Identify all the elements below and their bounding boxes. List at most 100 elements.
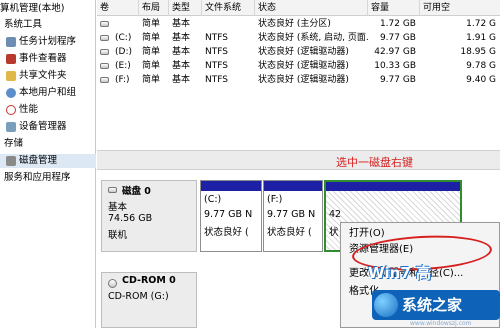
column-header-capacity[interactable]: 容量 [368, 0, 420, 16]
tree-item-label: 任务计划程序 [19, 36, 77, 47]
volume-icon [100, 49, 109, 55]
volume-list-header: 卷 布局 类型 文件系统 状态 容量 可用空 [97, 0, 500, 16]
cell-filesystem: NTFS [205, 75, 228, 85]
tree-item-label: 磁盘管理 [19, 155, 58, 166]
column-header-layout[interactable]: 布局 [139, 0, 169, 16]
disk-0-name: 磁盘 0 [122, 186, 151, 197]
column-header-status[interactable]: 状态 [255, 0, 368, 16]
partition-name: (F:) [267, 194, 283, 205]
tree-item-event-viewer[interactable]: 事件查看器 [0, 52, 96, 66]
volume-icon [100, 35, 109, 41]
disk-0-type: 基本 [108, 202, 128, 213]
users-icon [6, 88, 16, 98]
cell-type: 基本 [172, 47, 191, 57]
cell-free: 9.78 G [466, 61, 496, 71]
cell-capacity: 10.33 GB [374, 61, 416, 71]
cdrom-0-label[interactable]: CD-ROM 0 CD-ROM (G:) [101, 272, 197, 328]
partition-size: 9.77 GB N [204, 209, 253, 220]
cell-status: 状态良好 (主分区) [258, 19, 331, 29]
tree-item-label: 共享文件夹 [19, 70, 67, 81]
column-header-volume[interactable]: 卷 [97, 0, 139, 16]
tree-root-label: 算机管理(本地) [0, 3, 65, 14]
tree-item-device-manager[interactable]: 设备管理器 [0, 120, 96, 134]
logo-badge-icon [374, 293, 398, 317]
partition-status: 状态良好 ( [267, 227, 312, 238]
partition-status: 状态良好 ( [204, 227, 249, 238]
tree-item-label: 性能 [19, 104, 39, 115]
disk-icon [108, 187, 117, 193]
cell-volume: (D:) [115, 47, 132, 57]
table-row[interactable]: (E:) 简单 基本 NTFS 状态良好 (逻辑驱动器) 10.33 GB 9.… [97, 59, 500, 73]
volume-icon [100, 21, 109, 27]
device-manager-icon [6, 122, 16, 132]
pane-splitter[interactable] [97, 150, 500, 170]
tree-item-label: 系统工具 [4, 19, 43, 30]
tree-item-label: 事件查看器 [19, 53, 67, 64]
tree-item-storage[interactable]: 存储 [0, 137, 96, 151]
partition-size: 9.77 GB N [267, 209, 316, 220]
volume-icon [100, 77, 109, 83]
cell-layout: 简单 [142, 47, 161, 57]
column-header-free[interactable]: 可用空 [420, 0, 500, 16]
watermark-url: www.windowszj.com [410, 320, 472, 327]
volume-icon [100, 63, 109, 69]
cell-filesystem [202, 17, 255, 31]
watermark-logo: 系统之家 [372, 290, 500, 320]
tree-item-performance[interactable]: 性能 [0, 103, 96, 117]
cell-volume: (E:) [115, 61, 131, 71]
column-header-type[interactable]: 类型 [169, 0, 202, 16]
table-row[interactable]: (D:) 简单 基本 NTFS 状态良好 (逻辑驱动器) 42.97 GB 18… [97, 45, 500, 59]
cell-volume: (F:) [115, 75, 130, 85]
tree-item-label: 存储 [4, 138, 24, 149]
task-scheduler-icon [6, 37, 16, 47]
cell-type: 基本 [172, 75, 191, 85]
cell-volume [112, 17, 139, 31]
watermark-logo-text: 系统之家 [402, 296, 463, 314]
table-row[interactable]: (C:) 简单 基本 NTFS 状态良好 (系统, 启动, 页面... 9.77… [97, 31, 500, 45]
cell-filesystem: NTFS [205, 47, 228, 57]
cell-layout: 简单 [142, 19, 161, 29]
cdrom-0-drive: CD-ROM (G:) [108, 291, 169, 302]
cell-status: 状态良好 (逻辑驱动器) [258, 75, 349, 85]
tree-item-disk-management[interactable]: 磁盘管理 [0, 154, 96, 168]
cell-free: 9.40 G [466, 75, 496, 85]
cell-filesystem: NTFS [205, 61, 228, 71]
disk-management-icon [6, 156, 16, 166]
column-header-filesystem[interactable]: 文件系统 [202, 0, 255, 16]
cell-type: 基本 [172, 61, 191, 71]
cell-layout: 简单 [142, 61, 161, 71]
cell-type: 基本 [172, 19, 191, 29]
cell-capacity: 42.97 GB [374, 47, 416, 57]
cell-free: 18.95 G [460, 47, 496, 57]
partition-c[interactable]: (C:) 9.77 GB N 状态良好 ( [200, 180, 262, 252]
tree-root[interactable]: 算机管理(本地) [0, 2, 96, 16]
tree-item-local-users[interactable]: 本地用户和组 [0, 86, 96, 100]
cell-layout: 简单 [142, 33, 161, 43]
cell-layout: 简单 [142, 75, 161, 85]
shared-folder-icon [6, 71, 16, 81]
performance-icon [6, 105, 16, 115]
tree-item-shared-folders[interactable]: 共享文件夹 [0, 69, 96, 83]
watermark-win7: Win7 高 [368, 264, 432, 282]
tree-item-system-tools[interactable]: 系统工具 [0, 18, 96, 32]
disk-0-label[interactable]: 磁盘 0 基本 74.56 GB 联机 [101, 180, 197, 252]
cell-volume: (C:) [115, 33, 132, 43]
annotation-text: 选中一磁盘右键 [336, 156, 413, 169]
event-viewer-icon [6, 54, 16, 64]
cell-free: 1.72 G [466, 19, 496, 29]
tree-item-label: 设备管理器 [19, 121, 67, 132]
disk-0-size: 74.56 GB [108, 213, 153, 224]
table-row[interactable]: (F:) 简单 基本 NTFS 状态良好 (逻辑驱动器) 9.77 GB 9.4… [97, 73, 500, 87]
tree-item-services-apps[interactable]: 服务和应用程序 [0, 171, 96, 185]
partition-f[interactable]: (F:) 9.77 GB N 状态良好 ( [263, 180, 323, 252]
partition-name: (C:) [204, 194, 222, 205]
menu-item-open[interactable]: 打开(O) [349, 226, 385, 242]
cell-free: 1.91 G [466, 33, 496, 43]
cell-status: 状态良好 (逻辑驱动器) [258, 47, 349, 57]
cell-filesystem: NTFS [205, 33, 228, 43]
tree-item-task-scheduler[interactable]: 任务计划程序 [0, 35, 96, 49]
cdrom-icon [108, 279, 117, 288]
cell-status: 状态良好 (逻辑驱动器) [258, 61, 349, 71]
table-row[interactable]: 简单 基本 状态良好 (主分区) 1.72 GB 1.72 G [97, 17, 500, 31]
cell-capacity: 1.72 GB [379, 19, 416, 29]
